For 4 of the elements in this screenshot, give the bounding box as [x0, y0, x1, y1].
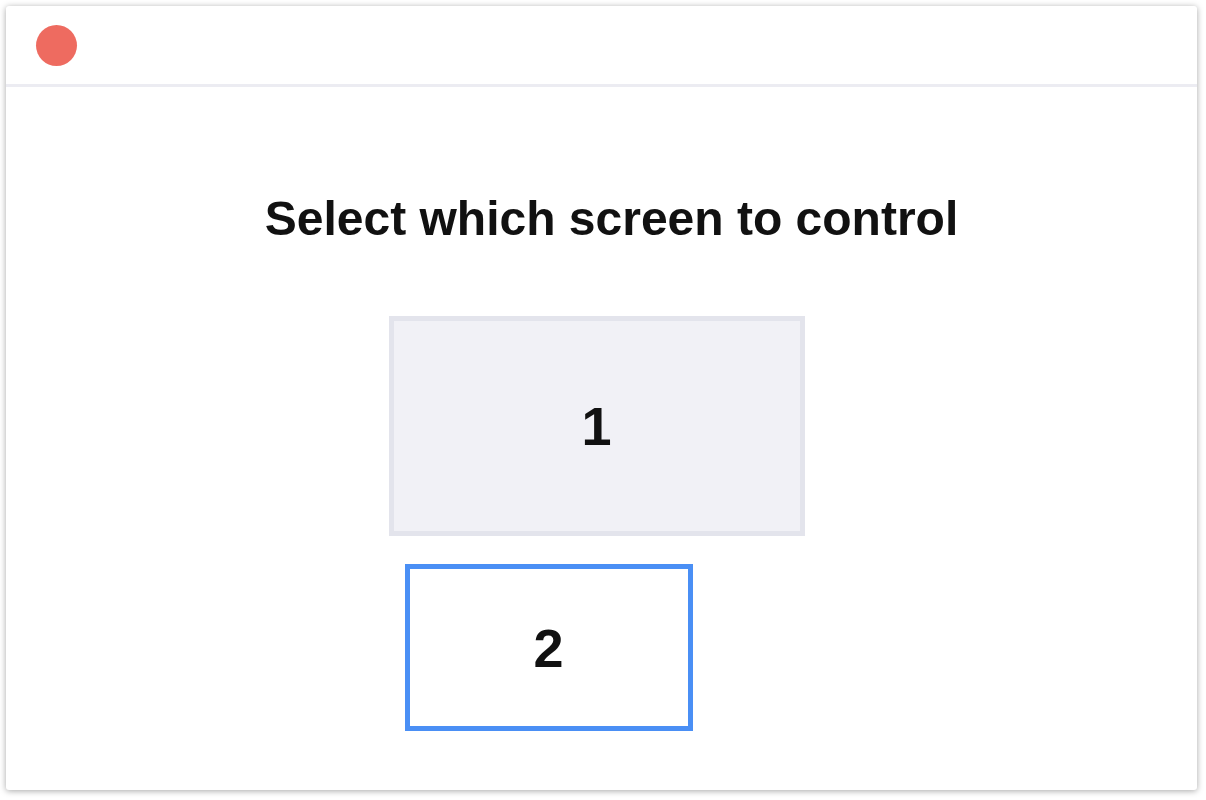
- screen-option[interactable]: 2: [404, 564, 693, 731]
- screen-option[interactable]: 1: [388, 316, 805, 536]
- dialog-heading: Select which screen to control: [264, 191, 959, 246]
- close-button[interactable]: [36, 24, 77, 66]
